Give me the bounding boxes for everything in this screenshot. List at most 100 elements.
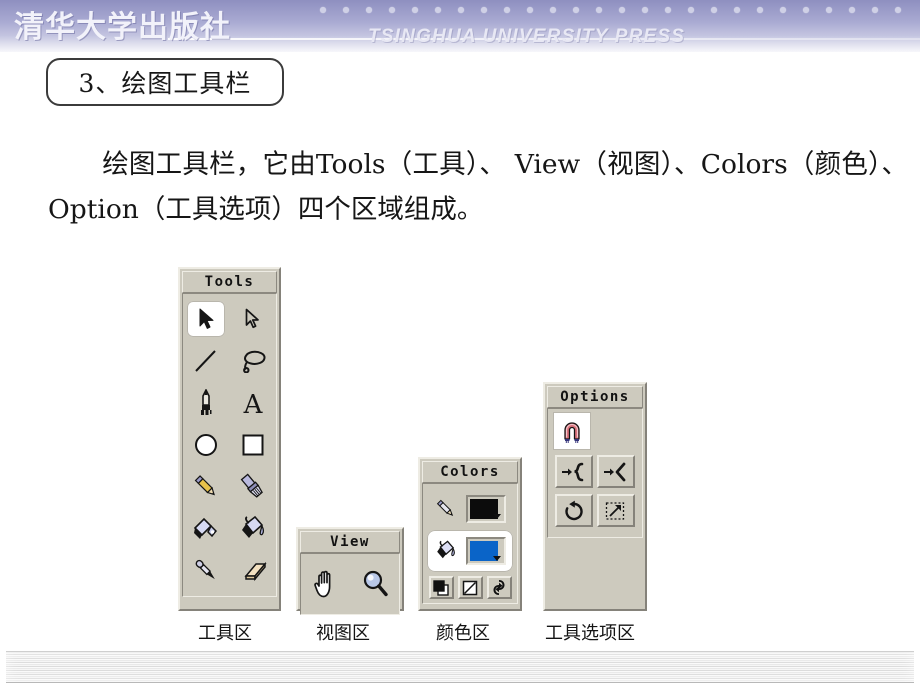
arrow-direct-select-icon xyxy=(245,308,260,329)
header-dot-row xyxy=(320,4,920,18)
pen-icon xyxy=(201,389,212,415)
tool-pencil[interactable] xyxy=(183,466,230,508)
slide-title-box: 3、绘图工具栏 xyxy=(46,58,284,106)
straighten-button[interactable] xyxy=(597,455,635,488)
tools-palette-body: A xyxy=(182,293,277,597)
straighten-icon xyxy=(604,462,626,481)
header-dot xyxy=(734,7,740,13)
header-dot xyxy=(458,7,464,13)
ink-bottle-icon xyxy=(194,517,218,539)
tool-hand[interactable] xyxy=(311,568,341,600)
header-dot xyxy=(481,7,487,13)
rectangle-icon xyxy=(242,434,264,456)
magnifier-icon xyxy=(363,570,388,597)
paint-bucket-icon xyxy=(241,515,264,538)
header-dot xyxy=(550,7,556,13)
tool-pen[interactable] xyxy=(183,382,230,424)
tool-eraser[interactable] xyxy=(230,550,277,592)
stroke-color-row[interactable] xyxy=(423,488,517,530)
caption-colors-area: 颜色区 xyxy=(436,623,490,644)
fill-bucket-icon xyxy=(437,540,455,559)
header-dot xyxy=(619,7,625,13)
header-dot xyxy=(757,7,763,13)
options-palette-title: Options xyxy=(547,386,643,408)
header-dot xyxy=(849,7,855,13)
options-palette: Options xyxy=(543,382,647,611)
tool-brush[interactable] xyxy=(230,466,277,508)
tool-lasso[interactable] xyxy=(230,340,277,382)
header-dot xyxy=(527,7,533,13)
fill-color-row[interactable] xyxy=(427,530,513,572)
snap-to-objects-button[interactable] xyxy=(554,413,590,449)
header-dot xyxy=(389,7,395,13)
view-palette-body xyxy=(300,553,400,615)
header-dot xyxy=(642,7,648,13)
swap-colors-icon xyxy=(493,580,505,595)
tool-text[interactable]: A xyxy=(230,382,277,424)
no-color-icon xyxy=(462,580,478,595)
hand-icon xyxy=(313,570,330,598)
tool-paint-bucket[interactable] xyxy=(230,508,277,550)
caption-options-area: 工具选项区 xyxy=(545,623,635,644)
header-dot xyxy=(803,7,809,13)
default-colors-icon xyxy=(432,579,449,596)
rotate-button[interactable] xyxy=(555,494,593,527)
smooth-button[interactable] xyxy=(555,455,593,488)
header-dot xyxy=(366,7,372,13)
tool-arrow-select[interactable] xyxy=(183,298,230,340)
header-dot xyxy=(573,7,579,13)
no-color-button[interactable] xyxy=(457,576,483,599)
tool-rectangle[interactable] xyxy=(230,424,277,466)
header-dot xyxy=(711,7,717,13)
tool-eyedropper[interactable] xyxy=(183,550,230,592)
ellipse-icon xyxy=(195,434,218,456)
page-title: 3、绘图工具栏 xyxy=(78,69,252,98)
colors-palette-body xyxy=(422,483,518,604)
header-dot xyxy=(872,7,878,13)
lasso-icon xyxy=(242,350,266,373)
brush-icon xyxy=(240,473,263,498)
swap-colors-button[interactable] xyxy=(486,576,512,599)
header-dot xyxy=(343,7,349,13)
header-dot xyxy=(504,7,510,13)
header-dot xyxy=(435,7,441,13)
eyedropper-icon xyxy=(195,559,216,580)
tools-palette: Tools A xyxy=(178,267,281,611)
smooth-icon xyxy=(562,462,584,481)
stroke-color-swatch-button[interactable] xyxy=(466,495,506,523)
caption-tools-area: 工具区 xyxy=(198,623,252,644)
slide-header-banner: 清华大学出版社 TSINGHUA UNIVERSITY PRESS xyxy=(0,0,920,52)
tools-palette-title: Tools xyxy=(182,271,277,293)
tool-selected-highlight xyxy=(187,301,226,337)
header-dot xyxy=(596,7,602,13)
view-palette: View xyxy=(296,527,404,615)
header-dot xyxy=(688,7,694,13)
tool-ellipse[interactable] xyxy=(183,424,230,466)
tool-ink-bottle[interactable] xyxy=(183,508,230,550)
header-dot xyxy=(320,7,326,13)
default-colors-button[interactable] xyxy=(428,576,454,599)
magnet-snap-icon xyxy=(564,422,580,443)
eraser-icon xyxy=(244,561,267,582)
body-paragraph: 绘图工具栏，它由Tools（工具）、 View（视图）、Colors（颜色）、O… xyxy=(48,142,908,232)
rotate-icon xyxy=(565,500,583,520)
header-dot xyxy=(780,7,786,13)
pencil-icon xyxy=(194,475,216,496)
scale-button[interactable] xyxy=(597,494,635,527)
chevron-down-icon xyxy=(493,556,501,561)
tool-line[interactable] xyxy=(183,340,230,382)
colors-palette: Colors xyxy=(418,457,522,611)
header-dot xyxy=(826,7,832,13)
publisher-logo-en: TSINGHUA UNIVERSITY PRESS xyxy=(368,26,686,47)
options-palette-body xyxy=(547,408,643,538)
svg-text:A: A xyxy=(242,390,263,417)
colors-palette-title: Colors xyxy=(422,461,518,483)
tool-magnifier[interactable] xyxy=(360,568,390,600)
tool-arrow-direct-select[interactable] xyxy=(230,298,277,340)
body-line-1: 绘图工具栏，它由Tools（工具）、 View（视图）、Colors xyxy=(102,149,788,180)
scale-icon xyxy=(605,501,625,520)
fill-color-swatch-button[interactable] xyxy=(466,537,506,565)
caption-view-area: 视图区 xyxy=(316,623,370,644)
arrow-select-icon xyxy=(199,308,214,329)
text-icon: A xyxy=(242,390,263,417)
